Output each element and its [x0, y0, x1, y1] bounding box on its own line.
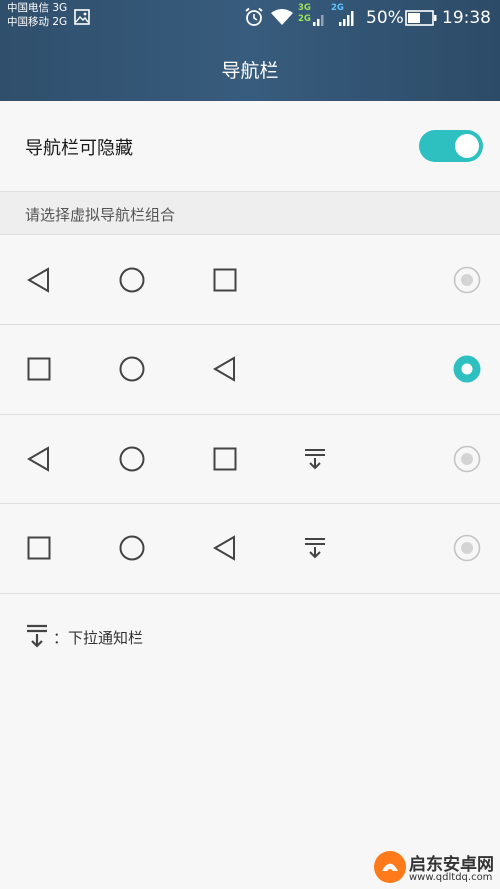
watermark-logo — [374, 851, 406, 883]
recent-apps-icon — [27, 536, 51, 560]
notification-pulldown-icon — [305, 538, 325, 559]
page-title: 导航栏 — [221, 60, 279, 82]
recent-apps-icon — [213, 447, 237, 471]
gallery-icon — [74, 9, 90, 25]
nav-option-4[interactable] — [0, 504, 500, 593]
network-tag-2g: 2G — [298, 14, 311, 24]
nav-option-1[interactable] — [0, 235, 500, 324]
home-icon — [119, 356, 145, 382]
legend-text: ：下拉通知栏 — [53, 629, 144, 647]
recent-apps-icon — [213, 268, 237, 292]
back-icon — [27, 267, 49, 293]
signal-icon-secondary — [339, 11, 354, 26]
carrier-1: 中国电信 3G — [7, 2, 68, 14]
back-icon — [213, 535, 235, 561]
nav-option-3[interactable] — [0, 415, 500, 504]
notification-pulldown-icon — [305, 449, 325, 470]
nav-option-2[interactable] — [0, 325, 500, 414]
recent-apps-icon — [27, 357, 51, 381]
home-icon — [119, 446, 145, 472]
alarm-icon — [245, 7, 263, 26]
home-icon — [119, 535, 145, 561]
section-title: 请选择虚拟导航栏组合 — [25, 206, 176, 224]
watermark-url: www.qdltdq.com — [409, 872, 493, 883]
radio-button-unselected[interactable] — [453, 266, 481, 294]
back-icon — [213, 356, 235, 382]
radio-button-unselected[interactable] — [453, 445, 481, 473]
radio-button-unselected[interactable] — [453, 534, 481, 562]
header: 中国电信 3G 中国移动 2G 3G 2G 2G 50% 19:38 导航栏 — [0, 0, 500, 101]
back-icon — [27, 446, 49, 472]
carrier-info: 中国电信 3G 中国移动 2G — [7, 1, 67, 29]
carrier-2: 中国移动 2G — [7, 16, 68, 28]
radio-button-selected[interactable] — [453, 355, 481, 383]
signal-icon — [313, 15, 324, 26]
toggle-knob — [455, 134, 479, 158]
watermark: 启东安卓网 www.qdltdq.com — [369, 848, 500, 889]
network-tag-3g: 3G — [298, 3, 311, 13]
battery-icon — [405, 10, 437, 26]
section-header: 请选择虚拟导航栏组合 — [0, 192, 500, 234]
hide-navbar-label: 导航栏可隐藏 — [25, 138, 133, 159]
hide-navbar-toggle[interactable] — [419, 130, 483, 162]
clock: 19:38 — [442, 8, 491, 28]
status-bar: 中国电信 3G 中国移动 2G 3G 2G 2G 50% 19:38 — [0, 0, 500, 36]
notification-pulldown-icon — [27, 624, 47, 648]
divider — [0, 593, 500, 594]
wifi-icon — [271, 9, 293, 25]
battery-percent: 50% — [366, 8, 404, 28]
home-icon — [119, 267, 145, 293]
